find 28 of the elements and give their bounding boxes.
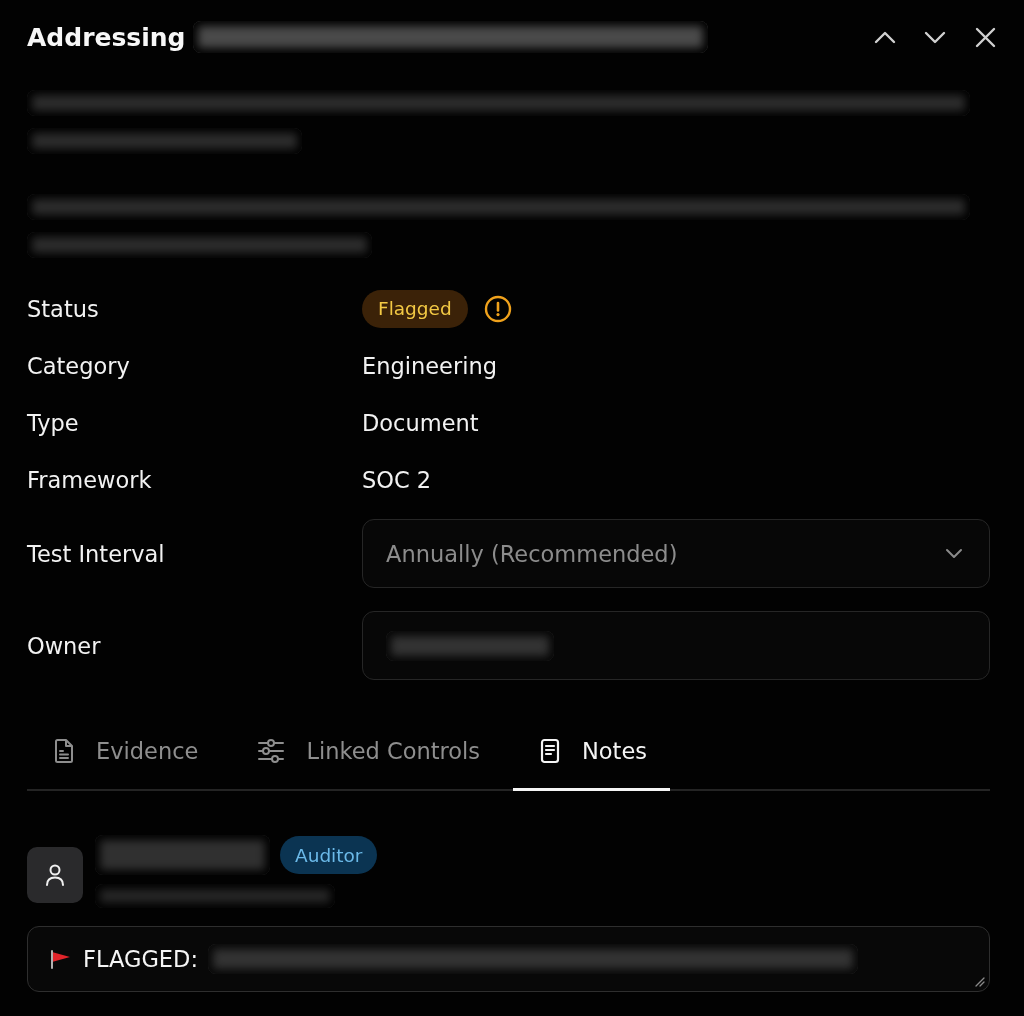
- field-value: SOC 2: [362, 466, 432, 493]
- field-value: Engineering: [362, 352, 497, 379]
- chevron-down-icon: [924, 30, 946, 44]
- select-field[interactable]: Annually (Recommended): [362, 519, 990, 588]
- sliders-icon: [257, 737, 286, 764]
- tab[interactable]: Evidence: [27, 713, 222, 791]
- field-value: Document: [362, 409, 479, 436]
- tab[interactable]: Notes: [513, 713, 670, 791]
- field-label: Framework: [27, 466, 152, 493]
- note-text: FLAGGED:: [83, 946, 198, 972]
- field-label: Status: [27, 295, 99, 322]
- field-label: Category: [27, 352, 130, 379]
- chevron-down-icon: [945, 548, 963, 559]
- status-badge: Flagged: [362, 289, 468, 328]
- close-icon: [974, 26, 996, 48]
- note-field[interactable]: FLAGGED:: [27, 926, 990, 992]
- notes-icon: [539, 737, 561, 764]
- field-label: Type: [27, 409, 79, 436]
- resize-handle-icon[interactable]: [975, 977, 985, 987]
- field-label: Owner: [27, 632, 101, 659]
- chevron-up-icon: [874, 30, 896, 44]
- role-badge: Auditor: [280, 836, 378, 874]
- select-field[interactable]: [362, 611, 990, 680]
- panel-title: Addressing: [27, 22, 186, 52]
- avatar-icon: [27, 846, 83, 903]
- tab[interactable]: Linked Controls: [231, 713, 503, 791]
- document-icon: [53, 737, 75, 764]
- field-label: Test Interval: [27, 540, 165, 567]
